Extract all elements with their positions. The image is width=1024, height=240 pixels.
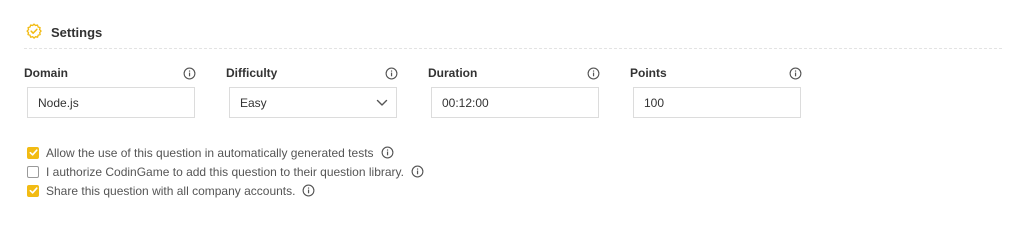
option-label[interactable]: Allow the use of this question in automa… xyxy=(46,146,374,160)
checkmark-icon xyxy=(29,149,38,156)
info-icon[interactable] xyxy=(381,146,394,159)
chevron-down-icon xyxy=(376,99,388,106)
difficulty-label: Difficulty xyxy=(226,66,278,80)
option-share-company[interactable]: Share this question with all company acc… xyxy=(27,181,424,200)
points-input[interactable]: 100 xyxy=(633,87,801,118)
duration-label: Duration xyxy=(428,66,478,80)
option-question-library[interactable]: I authorize CodinGame to add this questi… xyxy=(27,162,424,181)
domain-value: Node.js xyxy=(38,95,79,110)
points-field: Points 100 xyxy=(630,64,810,118)
difficulty-value: Easy xyxy=(240,95,267,110)
section-title: Settings xyxy=(51,24,103,40)
checkmark-icon xyxy=(29,187,38,194)
difficulty-field: Difficulty Easy xyxy=(226,64,406,118)
checkbox-checked[interactable] xyxy=(27,184,39,197)
duration-field: Duration 00:12:00 xyxy=(428,64,608,118)
options-list: Allow the use of this question in automa… xyxy=(27,143,424,200)
option-label[interactable]: I authorize CodinGame to add this questi… xyxy=(46,165,404,179)
info-icon[interactable] xyxy=(302,184,315,197)
info-icon[interactable] xyxy=(385,67,398,80)
checkbox-checked[interactable] xyxy=(27,146,39,159)
checkbox-unchecked[interactable] xyxy=(27,165,39,178)
settings-header: Settings xyxy=(24,20,102,44)
domain-input[interactable]: Node.js xyxy=(27,87,195,118)
points-value: 100 xyxy=(644,95,665,110)
points-label: Points xyxy=(630,66,667,80)
settings-panel: Settings Domain Node.js Difficulty Easy … xyxy=(0,0,1024,210)
duration-value: 00:12:00 xyxy=(442,95,489,110)
info-icon[interactable] xyxy=(183,67,196,80)
info-icon[interactable] xyxy=(789,67,802,80)
option-auto-generated-tests[interactable]: Allow the use of this question in automa… xyxy=(27,143,424,162)
domain-label: Domain xyxy=(24,66,69,80)
option-label[interactable]: Share this question with all company acc… xyxy=(46,184,295,198)
header-divider xyxy=(24,48,1002,49)
difficulty-select[interactable]: Easy xyxy=(229,87,397,118)
info-icon[interactable] xyxy=(411,165,424,178)
info-icon[interactable] xyxy=(587,67,600,80)
settings-gear-icon xyxy=(26,23,42,39)
duration-input[interactable]: 00:12:00 xyxy=(431,87,599,118)
domain-field: Domain Node.js xyxy=(24,64,204,118)
